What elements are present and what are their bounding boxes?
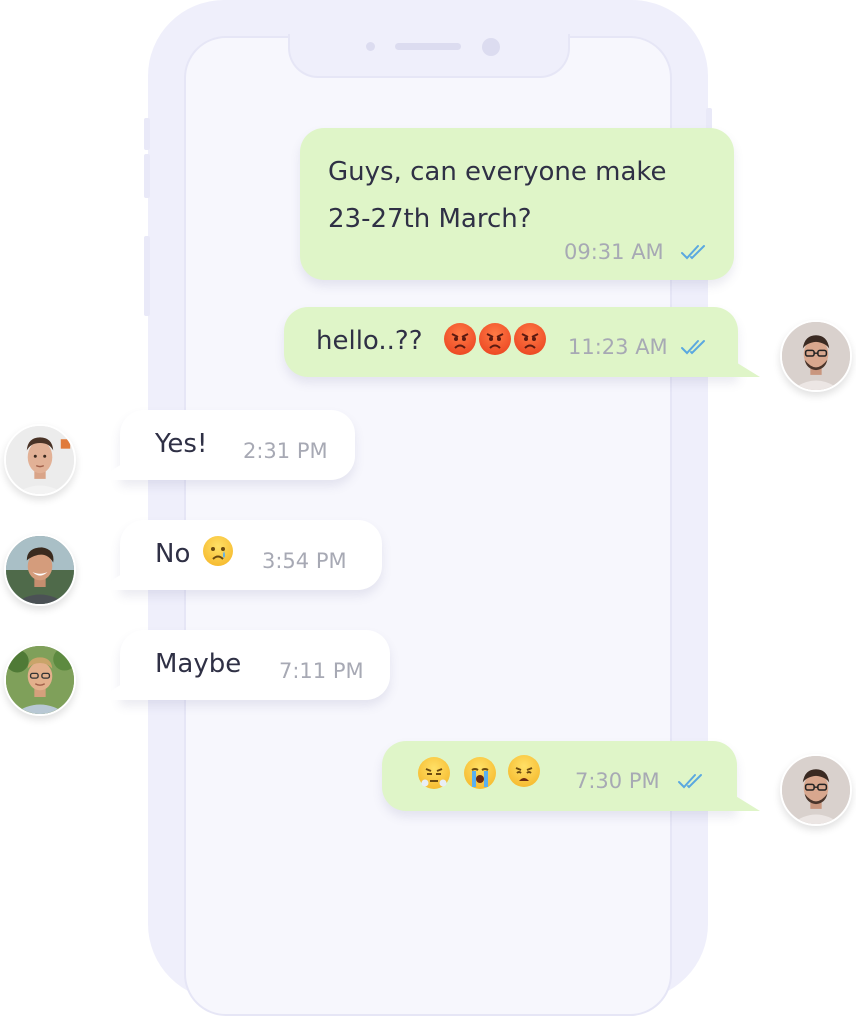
message-text: No bbox=[155, 539, 191, 569]
read-receipt-icon bbox=[681, 340, 705, 355]
message-bubble-incoming[interactable]: No 3:54 PM bbox=[120, 520, 382, 590]
avatar-man-glasses[interactable] bbox=[780, 320, 852, 392]
message-time: 3:54 PM bbox=[262, 549, 347, 573]
message-text: hello..?? bbox=[316, 326, 423, 356]
message-bubble-outgoing[interactable]: Guys, can everyone make 23-27th March? 0… bbox=[300, 128, 734, 280]
phone-speaker bbox=[395, 43, 461, 50]
message-text: 23-27th March? bbox=[328, 204, 532, 234]
message-bubble-outgoing[interactable]: 7:30 PM bbox=[382, 741, 737, 811]
message-time: 7:11 PM bbox=[279, 659, 364, 683]
message-time: 09:31 AM bbox=[564, 240, 664, 264]
avatar-man-glasses[interactable] bbox=[780, 754, 852, 826]
message-text: Maybe bbox=[155, 649, 242, 679]
message-text: Guys, can everyone make bbox=[328, 157, 667, 187]
emoji-group bbox=[444, 323, 547, 355]
bubble-tail bbox=[96, 684, 122, 700]
crying-face-emoji bbox=[203, 536, 233, 566]
loudly-crying-face-emoji bbox=[464, 757, 496, 789]
phone-side-button bbox=[144, 154, 150, 198]
angry-face-emoji bbox=[479, 323, 512, 355]
avatar-smiling-man[interactable] bbox=[4, 534, 76, 606]
message-time: 11:23 AM bbox=[568, 335, 668, 359]
read-receipt-icon bbox=[681, 245, 705, 260]
phone-camera bbox=[482, 38, 500, 56]
message-bubble-incoming[interactable]: Yes! 2:31 PM bbox=[120, 410, 355, 480]
angry-face-emoji bbox=[514, 323, 547, 355]
phone-sensor bbox=[366, 42, 375, 51]
avatar-man-outdoors[interactable] bbox=[4, 644, 76, 716]
phone-notch bbox=[288, 34, 570, 78]
message-text: Yes! bbox=[155, 429, 208, 459]
phone-side-button bbox=[144, 236, 150, 316]
message-time: 2:31 PM bbox=[243, 439, 328, 463]
weary-face-emoji bbox=[508, 755, 540, 787]
bubble-tail bbox=[96, 574, 122, 590]
read-receipt-icon bbox=[678, 774, 702, 789]
steam-from-nose-emoji bbox=[418, 757, 450, 789]
bubble-tail bbox=[734, 361, 760, 377]
bubble-tail bbox=[734, 795, 760, 811]
message-bubble-incoming[interactable]: Maybe 7:11 PM bbox=[120, 630, 390, 700]
bubble-tail bbox=[96, 464, 122, 480]
avatar-man-short-hair[interactable] bbox=[4, 424, 76, 496]
message-time: 7:30 PM bbox=[575, 769, 660, 793]
message-bubble-outgoing[interactable]: hello..?? 11:23 AM bbox=[284, 307, 738, 377]
phone-side-button bbox=[144, 118, 150, 150]
angry-face-emoji bbox=[444, 323, 476, 355]
